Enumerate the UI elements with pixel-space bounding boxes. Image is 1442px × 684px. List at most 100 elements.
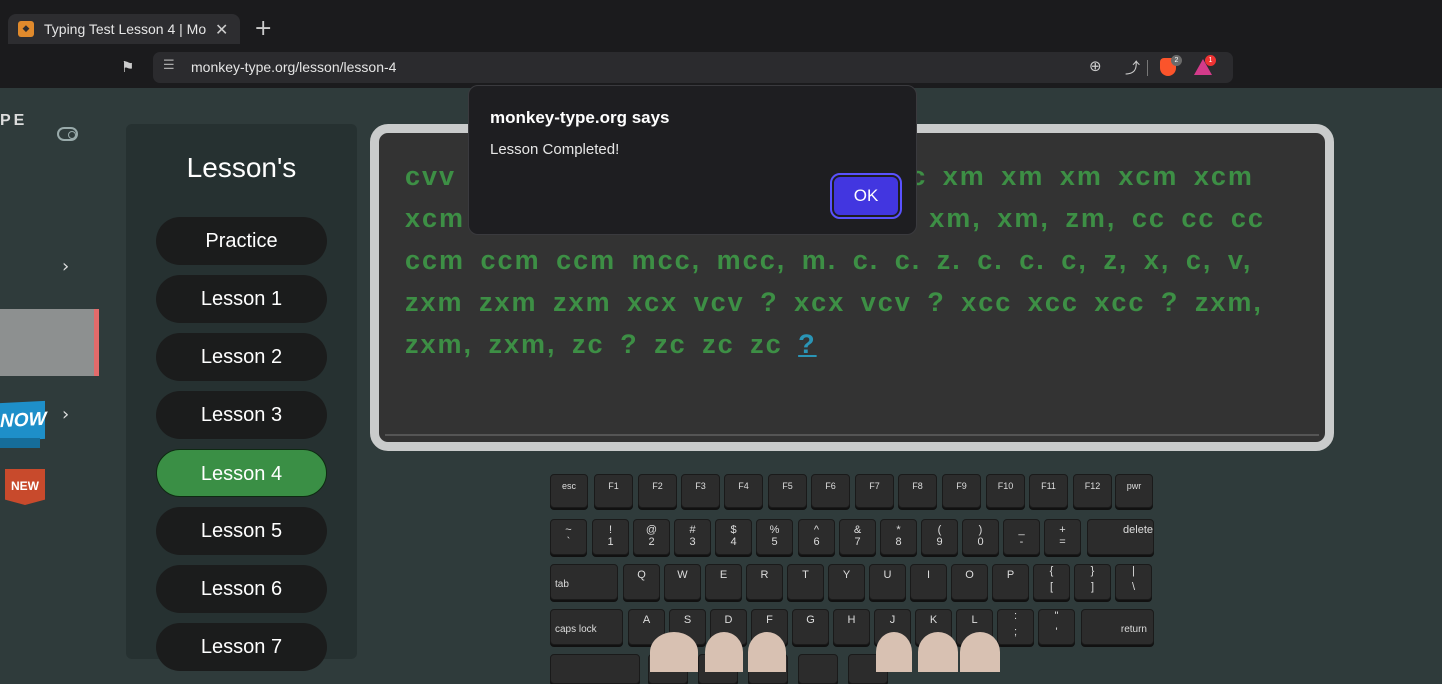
browser-tab[interactable]: ◆ Typing Test Lesson 4 | Mo ✕ [8,14,240,44]
key-label-bottom: J [889,614,896,626]
key-label-top: _ [1018,524,1025,536]
key-row2-7[interactable]: U [869,564,906,600]
key-row2-12[interactable]: }] [1074,564,1111,600]
new-tab-button[interactable]: + [254,16,272,41]
key-label-top: # [689,524,696,536]
key-row3-0[interactable]: caps lock [550,609,623,645]
key-esc[interactable]: esc [550,474,588,508]
key-row1-10[interactable]: ) 0 [962,519,999,555]
key-label-bottom: 3 [689,536,696,548]
key-F4[interactable]: F4 [724,474,763,508]
key-label-bottom: G [806,614,815,626]
close-tab-icon[interactable]: ✕ [215,20,228,39]
key-row2-10[interactable]: P [992,564,1029,600]
key-row1-13[interactable]: delete [1087,519,1154,555]
hand-finger [650,632,698,672]
hand-finger [876,632,912,672]
key-row2-5[interactable]: T [787,564,824,600]
key-row3-6[interactable]: H [833,609,870,645]
key-row1-6[interactable]: ^ 6 [798,519,835,555]
key-label-top: + [1059,524,1066,536]
key-F3[interactable]: F3 [681,474,720,508]
promo-now-banner[interactable]: NOW [0,400,46,442]
key-label-bottom: ` [566,536,571,548]
zoom-icon[interactable]: ⊕ [1089,57,1102,75]
key-label-bottom: H [847,614,856,626]
key-row1-3[interactable]: #3 [674,519,711,555]
key-label-bottom: F [766,614,773,626]
key-F10[interactable]: F10 [986,474,1025,508]
key-F1[interactable]: F1 [594,474,633,508]
key-row3-11[interactable]: " ' [1038,609,1075,645]
key-row2-1[interactable]: Q [623,564,660,600]
tab-title: Typing Test Lesson 4 | Mo [44,21,207,37]
bookmark-icon[interactable]: ⚑ [121,58,134,76]
key-row1-8[interactable]: * 8 [880,519,917,555]
key-label-top: F1 [608,481,619,491]
key-row3-12[interactable]: return [1081,609,1154,645]
lesson-button-1[interactable]: Lesson 1 [156,275,327,323]
ok-button[interactable]: OK [830,173,902,219]
lesson-button-7[interactable]: Lesson 7 [156,623,327,671]
key-label-bottom: return [1120,624,1147,635]
dialog-message: Lesson Completed! [490,141,620,158]
key-row1-0[interactable]: ~ ` [550,519,587,555]
key-row1-2[interactable]: @2 [633,519,670,555]
key-row1-11[interactable]: _ - [1003,519,1040,555]
browser-tab-bar: ◆ Typing Test Lesson 4 | Mo ✕ + [0,0,1442,48]
key-label-bottom: U [883,569,892,581]
key-pwr[interactable]: pwr [1115,474,1153,508]
key-row2-11[interactable]: {[ [1033,564,1070,600]
key-label-bottom: \ [1131,581,1136,593]
key-label-bottom: 7 [854,536,861,548]
key-F6[interactable]: F6 [811,474,850,508]
key-row2-9[interactable]: O [951,564,988,600]
theme-toggle-icon[interactable] [57,127,78,141]
lesson-button-2[interactable]: Lesson 2 [156,333,327,381]
key-F9[interactable]: F9 [942,474,981,508]
key-label-bottom: caps lock [555,624,597,635]
lesson-button-5[interactable]: Lesson 5 [156,507,327,555]
key-row2-13[interactable]: | \ [1115,564,1152,600]
nav-selected-item[interactable] [0,309,94,376]
key-row1-7[interactable]: & 7 [839,519,876,555]
key-label-top: F3 [695,481,706,491]
key-label-top: F2 [652,481,663,491]
key-F7[interactable]: F7 [855,474,894,508]
key-row2-0[interactable]: tab [550,564,618,600]
key-F11[interactable]: F11 [1029,474,1068,508]
key-row2-6[interactable]: Y [828,564,865,600]
key-row3-10[interactable]: :; [997,609,1034,645]
rewards-count-badge: 1 [1205,55,1216,66]
chevron-right-icon[interactable]: › [62,404,69,425]
key-F2[interactable]: F2 [638,474,677,508]
key-row1-5[interactable]: % 5 [756,519,793,555]
key-row1-4[interactable]: $4 [715,519,752,555]
site-settings-icon[interactable]: ☰ [163,58,175,73]
hand-finger [960,632,1000,672]
key-label-bottom: I [926,569,931,581]
key-label-bottom: A [642,614,651,626]
key-row2-2[interactable]: W [664,564,701,600]
site-logo-text[interactable]: PE [0,112,27,130]
chevron-right-icon[interactable]: › [62,256,69,277]
lesson-button-3[interactable]: Lesson 3 [156,391,327,439]
share-icon[interactable]: ⤴ [1125,57,1140,78]
key-F5[interactable]: F5 [768,474,807,508]
lesson-button-practice[interactable]: Practice [156,217,327,265]
key-row2-3[interactable]: E [705,564,742,600]
key-row2-4[interactable]: R [746,564,783,600]
key-F8[interactable]: F8 [898,474,937,508]
key-row3-5[interactable]: G [792,609,829,645]
new-badge[interactable]: NEW [5,469,45,505]
lesson-button-6[interactable]: Lesson 6 [156,565,327,613]
address-bar[interactable]: ☰ monkey-type.org/lesson/lesson-4 ⊕ ⤴ 2 … [153,52,1233,83]
url-text[interactable]: monkey-type.org/lesson/lesson-4 [191,59,396,75]
key-label-top: ( [937,524,942,536]
key-F12[interactable]: F12 [1073,474,1112,508]
lesson-button-4[interactable]: Lesson 4 [156,449,327,497]
key-row2-8[interactable]: I [910,564,947,600]
key-row1-9[interactable]: (9 [921,519,958,555]
key-row1-12[interactable]: + = [1044,519,1081,555]
key-row1-1[interactable]: ! 1 [592,519,629,555]
